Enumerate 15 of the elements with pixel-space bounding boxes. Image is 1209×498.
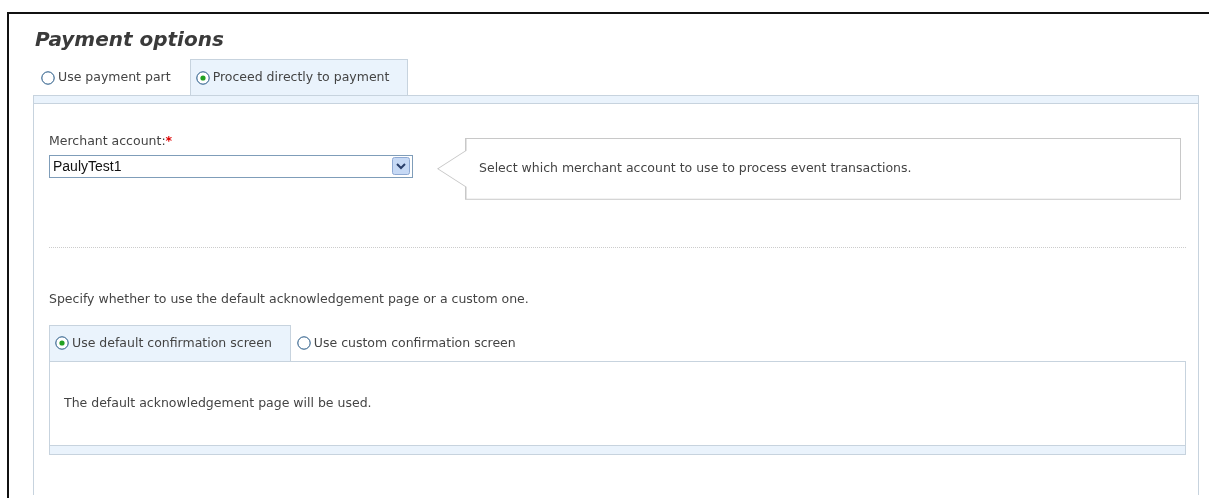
radio-icon [55, 336, 69, 350]
option-tab[interactable]: Use payment part [35, 59, 190, 95]
hint-text: Select which merchant account to use to process event transactions. [479, 159, 912, 178]
option-tab[interactable]: Use default confirmation screen [49, 324, 291, 361]
acknowledgement-text: The default acknowledgement page will be used. [64, 394, 372, 410]
radio-icon [296, 336, 311, 350]
radio-icon [41, 70, 55, 85]
merchant-account-select[interactable]: PaulyTest1 [49, 154, 413, 178]
required-mark: * [165, 133, 173, 148]
instruction-text: Specify whether to use the default acknowledgement page or a custom one. [49, 289, 530, 308]
page-title: Payment options [35, 26, 225, 52]
option-tab[interactable]: Proceed directly to payment [189, 59, 409, 95]
option-tab[interactable]: Use custom confirmation screen [290, 324, 535, 361]
field-label: Merchant account: [49, 133, 166, 148]
radio-icon [195, 70, 210, 85]
